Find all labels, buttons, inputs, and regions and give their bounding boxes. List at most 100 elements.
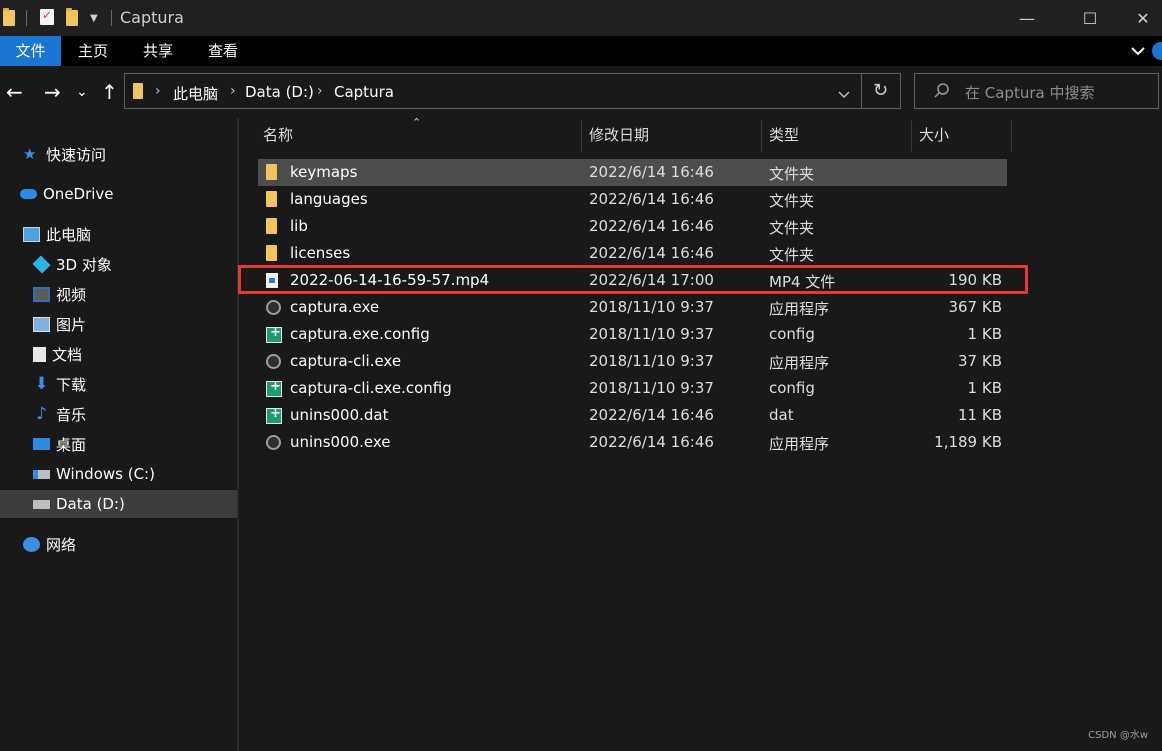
nav-label: Windows (C:) [56,465,155,483]
file-size: 11 KB [958,406,1002,424]
nav-label: 视频 [56,285,87,304]
nav-label: 桌面 [56,435,87,454]
file-name: captura.exe.config [290,325,430,343]
nav-label: 快速访问 [46,145,107,164]
back-button[interactable]: ← [6,80,23,104]
new-folder-icon[interactable] [66,0,78,36]
file-date: 2022/6/14 16:46 [589,217,714,235]
file-date: 2022/6/14 16:46 [589,190,714,208]
file-date: 2022/6/14 16:46 [589,433,714,451]
annotation-highlight-box [238,265,1028,294]
column-divider[interactable] [581,120,582,152]
file-size: 1 KB [967,325,1002,343]
file-date: 2018/11/10 9:37 [589,379,714,397]
column-header-type[interactable]: 类型 [769,118,799,152]
file-row-captura-cli-exe-config[interactable]: captura-cli.exe.config 2018/11/10 9:37 c… [258,375,1007,402]
file-type: 文件夹 [769,165,815,183]
nav-item-network[interactable]: 网络 [0,530,260,558]
file-row-lib[interactable]: lib 2022/6/14 16:46 文件夹 [258,213,1007,240]
file-name: unins000.dat [290,406,389,424]
nav-label: 此电脑 [46,225,92,244]
customize-dropdown-icon[interactable]: ▼ [90,0,98,36]
nav-item-documents[interactable]: 文档 [0,340,270,368]
recent-locations-button[interactable]: ⌄ [76,80,88,104]
documents-icon [33,346,46,362]
file-row-captura-exe-config[interactable]: captura.exe.config 2018/11/10 9:37 confi… [258,321,1007,348]
folder-icon [266,191,277,207]
tab-file[interactable]: 文件 [0,36,61,66]
file-row-unins000-exe[interactable]: unins000.exe 2022/6/14 16:46 应用程序 1,189 … [258,429,1007,456]
breadcrumb-data-drive[interactable]: Data (D:) [245,83,314,101]
file-row-languages[interactable]: languages 2022/6/14 16:46 文件夹 [258,186,1007,213]
title-bar: ▼ Captura — ☐ ✕ [0,0,1162,36]
nav-item-windows-c[interactable]: Windows (C:) [0,460,270,488]
app-icon [266,300,281,315]
close-button[interactable]: ✕ [1120,0,1162,36]
music-icon: ♪ [36,403,47,424]
file-name: keymaps [290,163,358,181]
file-name: unins000.exe [290,433,391,451]
nav-label: 3D 对象 [56,255,112,274]
nav-item-onedrive[interactable]: OneDrive [0,180,257,208]
file-name: captura-cli.exe.config [290,379,452,397]
chevron-right-icon[interactable]: › [317,83,323,99]
file-type: dat [769,406,794,424]
up-button[interactable]: ↑ [101,80,118,104]
nav-item-pictures[interactable]: 图片 [0,310,270,338]
chevron-down-icon[interactable] [1128,41,1148,61]
properties-icon[interactable] [40,8,54,25]
computer-icon [23,226,40,242]
breadcrumb-this-pc[interactable]: 此电脑 [173,83,218,104]
file-row-unins000-dat[interactable]: unins000.dat 2022/6/14 16:46 dat 11 KB [258,402,1007,429]
config-file-icon [266,325,282,343]
refresh-button[interactable]: ↻ [873,80,888,101]
app-icon [266,435,281,450]
file-type: 文件夹 [769,219,815,237]
file-row-licenses[interactable]: licenses 2022/6/14 16:46 文件夹 [258,240,1007,267]
column-header-size[interactable]: 大小 [919,118,949,152]
file-row-keymaps[interactable]: keymaps 2022/6/14 16:46 文件夹 [258,159,1007,186]
tab-home[interactable]: 主页 [65,36,121,66]
forward-button[interactable]: → [44,80,61,104]
file-row-captura-cli-exe[interactable]: captura-cli.exe 2018/11/10 9:37 应用程序 37 … [258,348,1007,375]
nav-item-music[interactable]: ♪ 音乐 [0,400,270,428]
file-type: config [769,325,815,343]
chevron-right-icon[interactable]: › [230,83,236,99]
desktop-icon [33,438,50,450]
nav-item-quick-access[interactable]: ★ 快速访问 [0,140,260,168]
folder-icon [266,245,277,261]
nav-item-this-pc[interactable]: 此电脑 [0,220,260,248]
column-header-date[interactable]: 修改日期 [589,118,649,152]
address-toolbar: ← → ⌄ ↑ › 此电脑 › Data (D:) › Captura ↻ 在 … [0,66,1162,118]
column-divider[interactable] [761,120,762,152]
nav-item-desktop[interactable]: 桌面 [0,430,270,458]
tab-share[interactable]: 共享 [130,36,186,66]
nav-item-3d-objects[interactable]: 3D 对象 [0,250,270,278]
column-header-name[interactable]: 名称 [263,118,293,152]
nav-label: 图片 [56,315,87,334]
search-input[interactable]: 在 Captura 中搜索 [914,73,1159,109]
breadcrumb-captura[interactable]: Captura [334,83,394,101]
window-title: Captura [120,8,184,27]
address-history-dropdown-icon[interactable] [837,86,851,104]
minimize-button[interactable]: — [1004,0,1050,36]
nav-label: 文档 [52,345,83,364]
folder-icon [266,164,277,180]
navigation-pane: ★ 快速访问 OneDrive 此电脑 3D 对象 视频 图片 文档 ⬇ 下载 … [0,118,270,751]
nav-item-data-d[interactable]: Data (D:) [0,490,270,518]
folder-icon [266,218,277,234]
3d-objects-icon [32,254,51,274]
help-icon[interactable] [1152,42,1162,60]
file-row-captura-exe[interactable]: captura.exe 2018/11/10 9:37 应用程序 367 KB [258,294,1007,321]
nav-item-videos[interactable]: 视频 [0,280,270,308]
maximize-button[interactable]: ☐ [1067,0,1113,36]
file-type: config [769,379,815,397]
address-bar[interactable]: › 此电脑 › Data (D:) › Captura ↻ [124,73,901,109]
chevron-right-icon[interactable]: › [155,83,161,99]
file-date: 2018/11/10 9:37 [589,325,714,343]
column-divider[interactable] [1011,120,1012,152]
nav-item-downloads[interactable]: ⬇ 下载 [0,370,270,398]
config-file-icon [266,379,282,397]
tab-view[interactable]: 查看 [195,36,251,66]
column-divider[interactable] [911,120,912,152]
